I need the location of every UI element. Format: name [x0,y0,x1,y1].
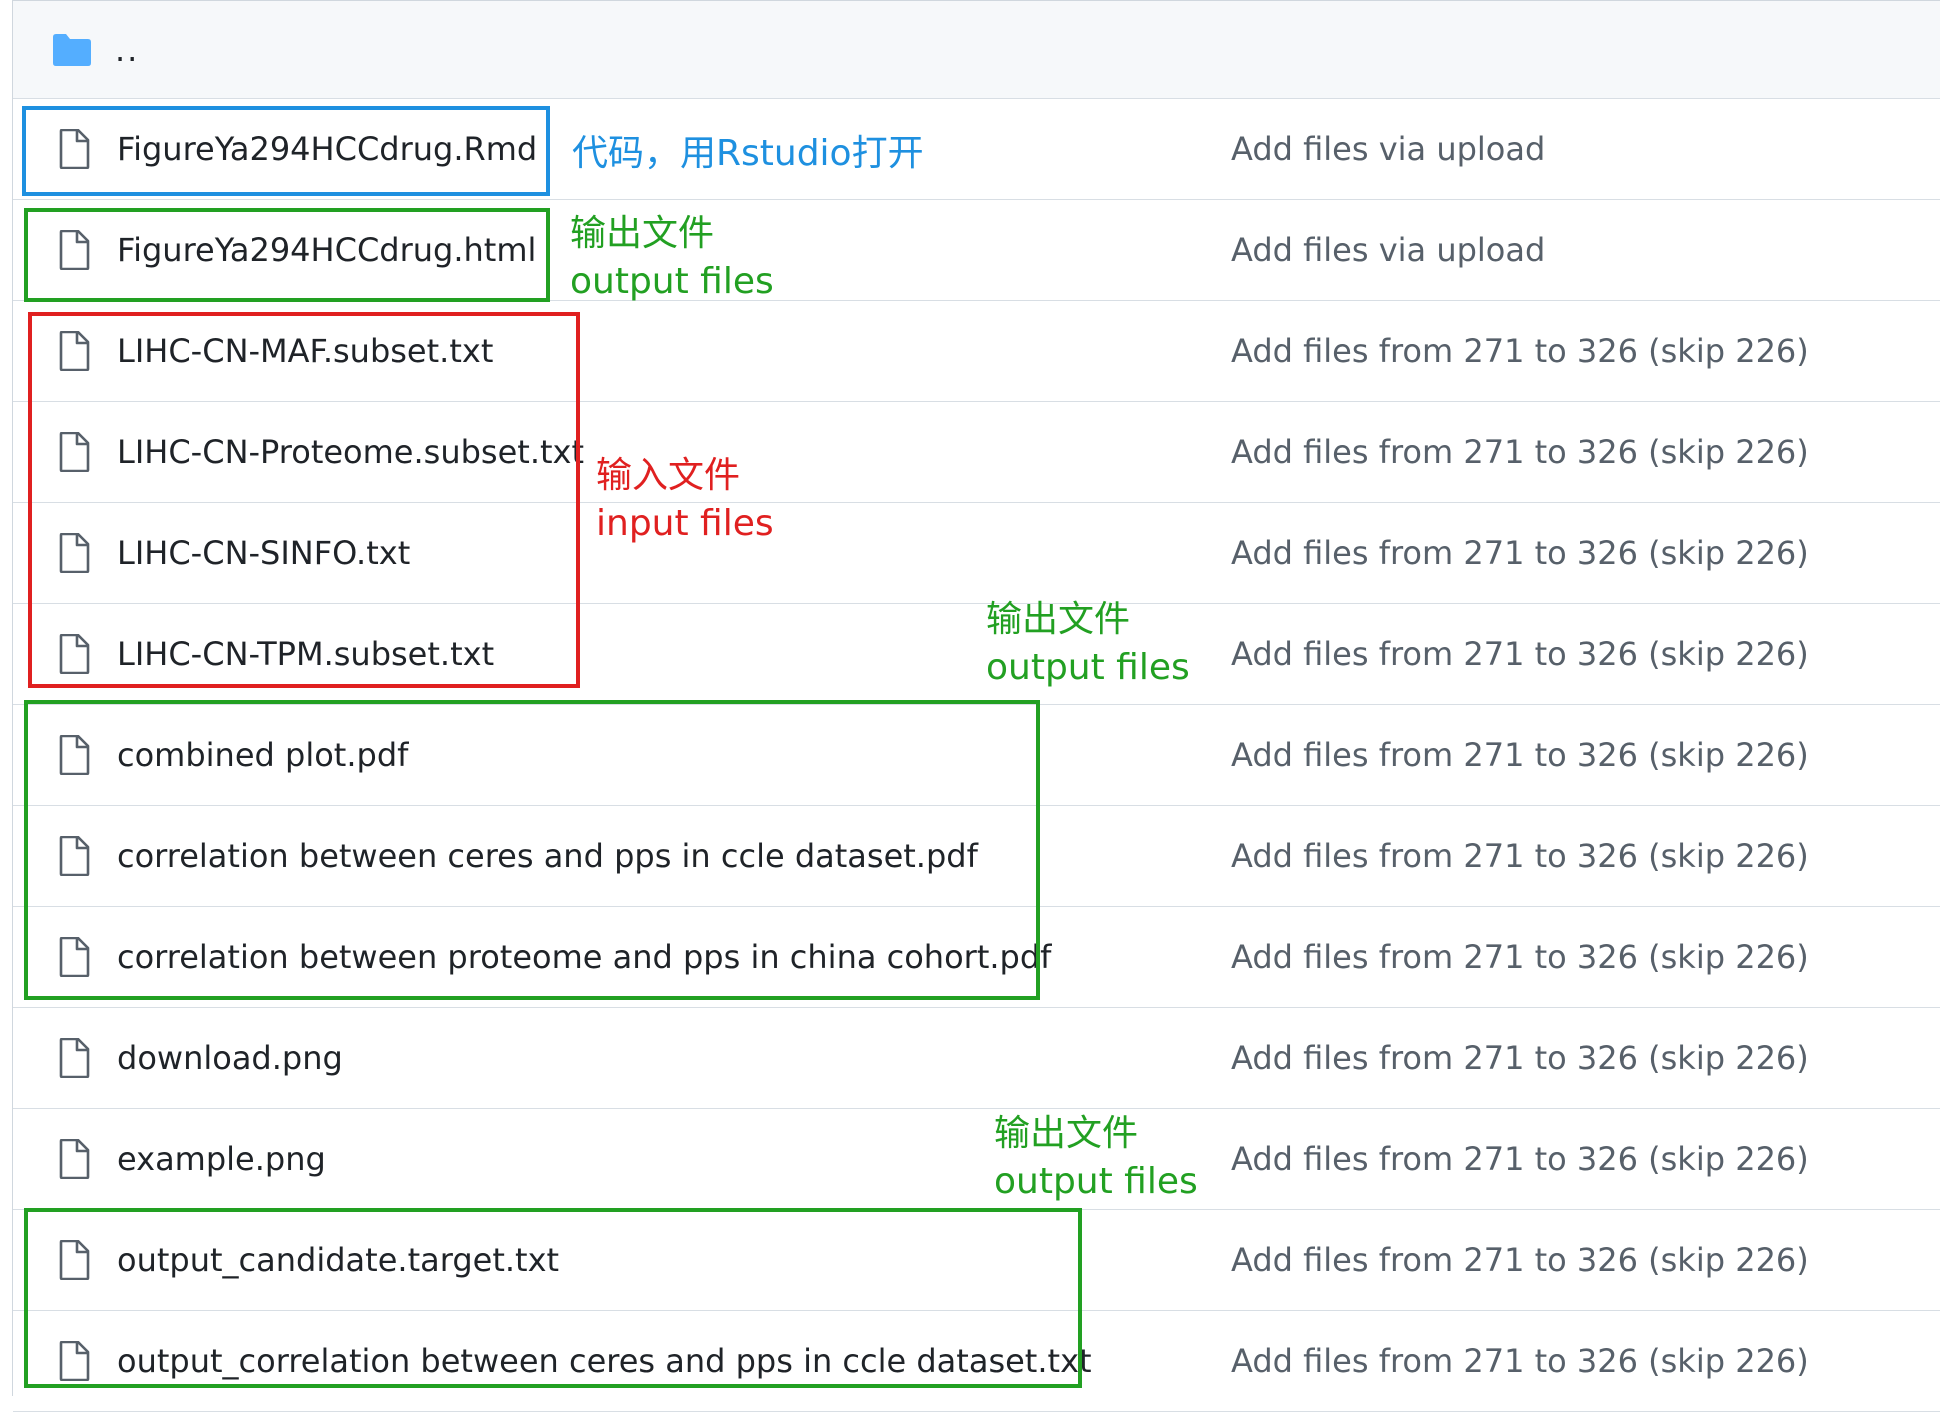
output-txt-note-line2: output files [994,1161,1198,1202]
parent-directory-link[interactable]: .. [115,31,139,69]
file-icon [59,1341,90,1381]
file-name-link[interactable]: output_correlation between ceres and pps… [117,1342,1092,1380]
file-name-link[interactable]: output_candidate.target.txt [117,1241,559,1279]
file-icon [59,230,90,270]
commit-message-link[interactable]: Add files from 271 to 326 (skip 226) [1231,938,1809,976]
file-icon [59,1139,90,1179]
code-note-text: 代码，用Rstudio打开 [572,133,924,174]
output-html-note-line2: output files [570,261,774,302]
commit-message-link[interactable]: Add files from 271 to 326 (skip 226) [1231,635,1809,673]
file-row[interactable]: LIHC-CN-TPM.subset.txt Add files from 271… [13,604,1940,705]
output-pdf-note-line1: 输出文件 [986,599,1131,640]
file-icon [59,533,90,573]
file-name-link[interactable]: LIHC-CN-MAF.subset.txt [117,332,493,370]
commit-message-link[interactable]: Add files from 271 to 326 (skip 226) [1231,837,1809,875]
file-icon [59,735,90,775]
file-row[interactable]: FigureYa294HCCdrug.Rmd Add files via uplo… [13,99,1940,200]
input-note-line1: 输入文件 [596,455,741,496]
commit-message-link[interactable]: Add files via upload [1231,130,1545,168]
commit-message-link[interactable]: Add files from 271 to 326 (skip 226) [1231,1140,1809,1178]
file-row[interactable]: FigureYa294HCCdrug.html Add files via upl… [13,200,1940,301]
folder-icon [53,33,91,66]
file-row[interactable]: output_correlation between ceres and pps… [13,1311,1940,1412]
commit-message-link[interactable]: Add files from 271 to 326 (skip 226) [1231,332,1809,370]
file-name-link[interactable]: LIHC-CN-SINFO.txt [117,534,410,572]
file-name-link[interactable]: LIHC-CN-Proteome.subset.txt [117,433,584,471]
file-name-link[interactable]: combined plot.pdf [117,736,408,774]
commit-message-link[interactable]: Add files from 271 to 326 (skip 226) [1231,534,1809,572]
commit-message-link[interactable]: Add files from 271 to 326 (skip 226) [1231,1342,1809,1380]
file-row[interactable]: download.png Add files from 271 to 326 (s… [13,1008,1940,1109]
file-row[interactable]: correlation between proteome and pps in … [13,907,1940,1008]
file-row[interactable]: combined plot.pdf Add files from 271 to 3… [13,705,1940,806]
output-html-note-line1: 输出文件 [570,213,715,254]
code-note: 代码，用Rstudio打开 [572,130,924,178]
file-icon [59,937,90,977]
file-name-link[interactable]: example.png [117,1140,326,1178]
file-row[interactable]: LIHC-CN-MAF.subset.txt Add files from 271… [13,301,1940,402]
file-listing: .. FigureYa294HCCdrug.Rmd Add files via u… [12,0,1940,1412]
output-pdf-note: 输出文件 output files [986,596,1190,692]
file-name-link[interactable]: correlation between ceres and pps in ccl… [117,837,978,875]
file-icon [59,634,90,674]
file-icon [59,1038,90,1078]
file-row[interactable]: LIHC-CN-SINFO.txt Add files from 271 to 3… [13,503,1940,604]
commit-message-link[interactable]: Add files via upload [1231,231,1545,269]
output-txt-note-line1: 输出文件 [994,1113,1139,1154]
output-pdf-note-line2: output files [986,647,1190,688]
file-icon [59,1240,90,1280]
output-txt-note: 输出文件 output files [994,1110,1198,1206]
output-html-note: 输出文件 output files [570,210,774,306]
file-icon [59,129,90,169]
commit-message-link[interactable]: Add files from 271 to 326 (skip 226) [1231,433,1809,471]
file-row[interactable]: LIHC-CN-Proteome.subset.txt Add files fro… [13,402,1940,503]
file-row[interactable]: output_candidate.target.txt Add files fro… [13,1210,1940,1311]
parent-directory-row[interactable]: .. [13,1,1940,99]
file-icon [59,432,90,472]
file-name-link[interactable]: FigureYa294HCCdrug.html [117,231,536,269]
commit-message-link[interactable]: Add files from 271 to 326 (skip 226) [1231,1039,1809,1077]
commit-message-link[interactable]: Add files from 271 to 326 (skip 226) [1231,1241,1809,1279]
file-name-link[interactable]: correlation between proteome and pps in … [117,938,1051,976]
file-icon [59,331,90,371]
file-name-link[interactable]: download.png [117,1039,343,1077]
commit-message-link[interactable]: Add files from 271 to 326 (skip 226) [1231,736,1809,774]
file-row[interactable]: correlation between ceres and pps in ccl… [13,806,1940,907]
file-name-link[interactable]: LIHC-CN-TPM.subset.txt [117,635,494,673]
file-icon [59,836,90,876]
input-note: 输入文件 input files [596,452,774,548]
file-row[interactable]: example.png Add files from 271 to 326 (sk… [13,1109,1940,1210]
file-name-link[interactable]: FigureYa294HCCdrug.Rmd [117,130,537,168]
input-note-line2: input files [596,503,774,544]
